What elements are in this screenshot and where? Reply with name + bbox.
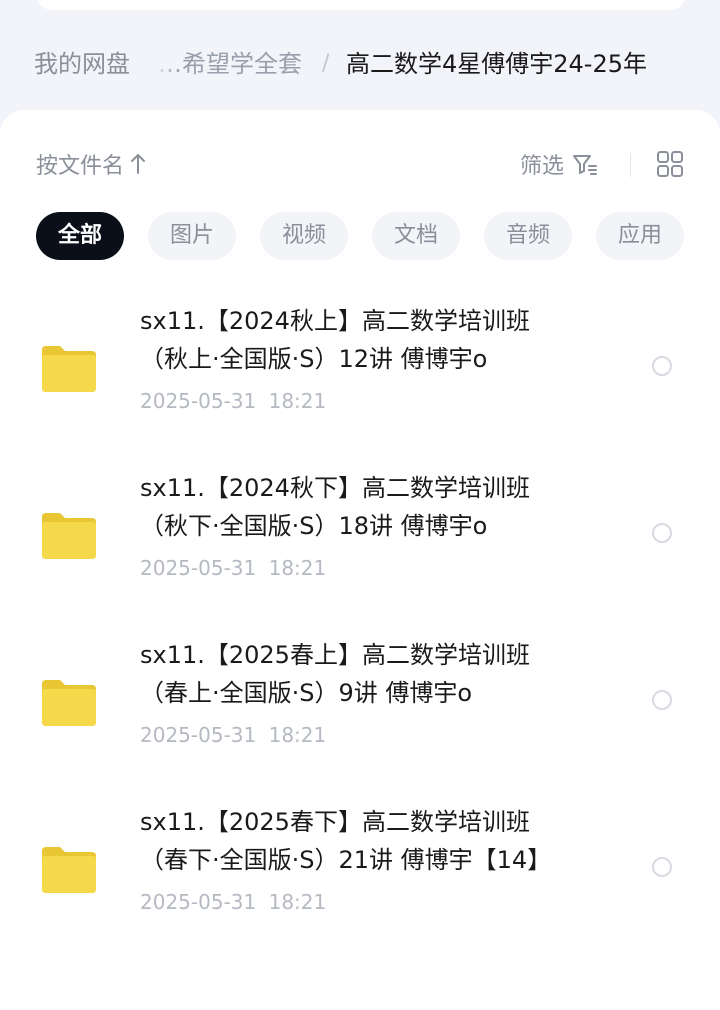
breadcrumb-separator: / <box>322 51 330 76</box>
list-item[interactable]: sx11.【2024秋下】高二数学培训班 （秋下·全国版·S）18讲 傅博宇o … <box>0 469 720 619</box>
file-name-line-1: sx11.【2024秋下】高二数学培训班 <box>140 474 530 502</box>
file-name: sx11.【2024秋下】高二数学培训班 （秋下·全国版·S）18讲 傅博宇o <box>140 469 620 545</box>
tab-videos[interactable]: 视频 <box>260 212 348 260</box>
file-name-line-2: （秋上·全国版·S）12讲 傅博宇o <box>140 345 488 373</box>
top-search-bar-edge <box>36 0 686 10</box>
sort-by-name-button[interactable]: 按文件名 <box>36 144 146 184</box>
file-date: 2025-05-31 18:21 <box>140 556 327 580</box>
list-item[interactable]: sx11.【2025春上】高二数学培训班 （春上·全国版·S）9讲 傅博宇o 2… <box>0 636 720 786</box>
tab-apps[interactable]: 应用 <box>596 212 684 260</box>
folder-icon <box>40 511 98 561</box>
breadcrumb-root[interactable]: 我的网盘 <box>20 40 136 88</box>
folder-icon <box>40 678 98 728</box>
filter-label: 筛选 <box>520 154 565 179</box>
file-name-line-1: sx11.【2025春上】高二数学培训班 <box>140 641 530 669</box>
file-date: 2025-05-31 18:21 <box>140 389 327 413</box>
file-name-line-2: （春下·全国版·S）21讲 傅博宇【14】 <box>140 846 552 874</box>
select-radio[interactable] <box>652 690 672 710</box>
file-name: sx11.【2025春下】高二数学培训班 （春下·全国版·S）21讲 傅博宇【1… <box>140 803 620 879</box>
breadcrumb-fade <box>150 38 180 90</box>
list-toolbar: 按文件名 筛选 <box>0 144 720 184</box>
sort-label: 按文件名 <box>36 154 125 179</box>
arrow-up-icon <box>130 153 146 175</box>
folder-icon <box>40 344 98 394</box>
select-radio[interactable] <box>652 356 672 376</box>
tab-all[interactable]: 全部 <box>36 212 124 260</box>
file-name-line-2: （秋下·全国版·S）18讲 傅博宇o <box>140 512 488 540</box>
tab-images[interactable]: 图片 <box>148 212 236 260</box>
folder-icon <box>40 845 98 895</box>
grid-view-icon[interactable] <box>656 150 684 178</box>
file-panel: 按文件名 筛选 全部 图片 视频 文档 音频 应用 sx11.【2024秋上】高… <box>0 110 720 1010</box>
breadcrumb-current: 高二数学4星傅傅宇24-25年 <box>346 50 648 78</box>
select-radio[interactable] <box>652 857 672 877</box>
tab-documents[interactable]: 文档 <box>372 212 460 260</box>
file-name-line-2: （春上·全国版·S）9讲 傅博宇o <box>140 679 473 707</box>
breadcrumb: 我的网盘 …希望学全套 / 高二数学4星傅傅宇24-25年 <box>0 38 720 90</box>
file-name-line-1: sx11.【2025春下】高二数学培训班 <box>140 808 530 836</box>
list-item[interactable]: sx11.【2025春下】高二数学培训班 （春下·全国版·S）21讲 傅博宇【1… <box>0 803 720 953</box>
list-item[interactable]: sx11.【2024秋上】高二数学培训班 （秋上·全国版·S）12讲 傅博宇o … <box>0 302 720 452</box>
tab-audio[interactable]: 音频 <box>484 212 572 260</box>
filter-button[interactable]: 筛选 <box>520 144 598 184</box>
file-date: 2025-05-31 18:21 <box>140 890 327 914</box>
file-type-tabs: 全部 图片 视频 文档 音频 应用 <box>36 212 720 260</box>
file-name: sx11.【2025春上】高二数学培训班 （春上·全国版·S）9讲 傅博宇o <box>140 636 620 712</box>
toolbar-divider <box>630 153 631 177</box>
file-name: sx11.【2024秋上】高二数学培训班 （秋上·全国版·S）12讲 傅博宇o <box>140 302 620 378</box>
file-name-line-1: sx11.【2024秋上】高二数学培训班 <box>140 307 530 335</box>
file-date: 2025-05-31 18:21 <box>140 723 327 747</box>
filter-icon <box>572 153 598 175</box>
select-radio[interactable] <box>652 523 672 543</box>
